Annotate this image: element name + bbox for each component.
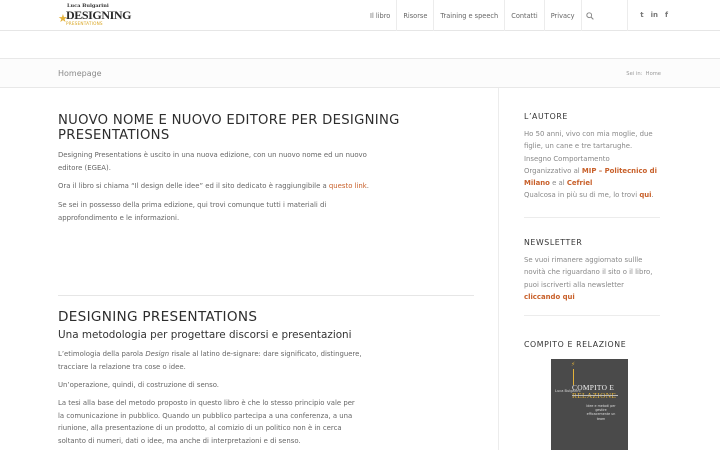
article-paragraph: L’etimologia della parola Design risale … [58, 348, 368, 373]
article-title[interactable]: DESIGNING PRESENTATIONS [58, 309, 478, 326]
article-paragraph: Ora il libro si chiama “Il design delle … [58, 180, 388, 193]
search-button[interactable] [580, 0, 599, 31]
article-title[interactable]: NUOVO NOME E NUOVO EDITORE PER DESIGNING… [58, 113, 458, 143]
linkedin-icon[interactable]: in [651, 12, 658, 19]
twitter-icon[interactable]: t [640, 12, 643, 19]
breadcrumb: Sei in: Home [626, 71, 661, 77]
book-subtitle: Idee e metodi per gestire efficacemente … [586, 404, 616, 421]
book-cover[interactable]: ⚡ Luca Bulgarini COMPITO ERELAZIONE Idee… [551, 359, 628, 450]
questo-link[interactable]: questo link [329, 182, 367, 190]
paragraph-text: Ora il libro si chiama “Il design delle … [58, 182, 329, 190]
site-logo[interactable]: ★ Luca Bulgarini DESIGNING PRESENTATIONS [58, 3, 131, 28]
nav-item-privacy[interactable]: Privacy [543, 0, 581, 31]
cefriel-link[interactable]: Cefriel [567, 179, 593, 187]
cover-divider [572, 395, 618, 396]
paragraph-text: L’etimologia della parola [58, 350, 146, 358]
breadcrumb-prefix: Sei in: [626, 71, 643, 77]
design-word: Design [145, 350, 170, 358]
sidebar-heading-newsletter: NEWSLETTER [524, 238, 583, 247]
lightning-icon: ⚡ [571, 361, 576, 368]
social-links: t in f [627, 0, 668, 31]
sidebar-heading-autore: L’AUTORE [524, 112, 568, 121]
newsletter-link[interactable]: cliccando qui [524, 293, 575, 301]
nav-item-training[interactable]: Training e speech [433, 0, 504, 31]
sidebar-divider [524, 315, 660, 316]
nav-item-contatti[interactable]: Contatti [504, 0, 543, 31]
sidebar-heading-compito: COMPITO E RELAZIONE [524, 340, 627, 349]
article-divider [58, 295, 474, 296]
bio-text: Qualcosa in più su di me, lo trovi [524, 191, 640, 200]
sidebar-divider [524, 217, 660, 218]
main-nav: Il libro Risorse Training e speech Conta… [364, 0, 599, 31]
search-icon [586, 11, 594, 20]
breadcrumb-home[interactable]: Home [646, 71, 661, 77]
article-paragraph: Se sei in possesso della prima edizione,… [58, 201, 327, 222]
article-paragraph: La tesi alla base del metodo proposto in… [58, 399, 355, 445]
book-title: COMPITO ERELAZIONE [572, 384, 616, 400]
facebook-icon[interactable]: f [665, 12, 668, 19]
article-subtitle: Una metodologia per progettare discorsi … [58, 329, 352, 341]
main-content: NUOVO NOME E NUOVO EDITORE PER DESIGNING… [58, 88, 499, 450]
nav-item-risorse[interactable]: Risorse [396, 0, 433, 31]
site-header: ★ Luca Bulgarini DESIGNING PRESENTATIONS… [0, 0, 720, 31]
bio-text: Ho 50 anni, vivo con mia moglie, due fig… [524, 130, 653, 151]
nav-item-il-libro[interactable]: Il libro [364, 0, 396, 31]
paragraph-text: . [366, 182, 369, 190]
title-bar: Homepage Sei in: Home [0, 58, 720, 88]
bio-text: . [651, 191, 654, 200]
author-bio: Ho 50 anni, vivo con mia moglie, due fig… [524, 128, 658, 202]
newsletter-text: Se vuoi rimanere aggiornato sullle novit… [524, 254, 662, 303]
page-title[interactable]: Homepage [58, 69, 102, 78]
article-paragraph: Designing Presentations è uscito in una … [58, 151, 367, 172]
logo-tagline: PRESENTATIONS [66, 21, 103, 26]
qui-link[interactable]: qui [639, 191, 651, 199]
newsletter-body: Se vuoi rimanere aggiornato sullle novit… [524, 256, 653, 289]
bio-text: e al [549, 179, 567, 188]
article-paragraph: Un’operazione, quindi, di costruzione di… [58, 381, 219, 389]
